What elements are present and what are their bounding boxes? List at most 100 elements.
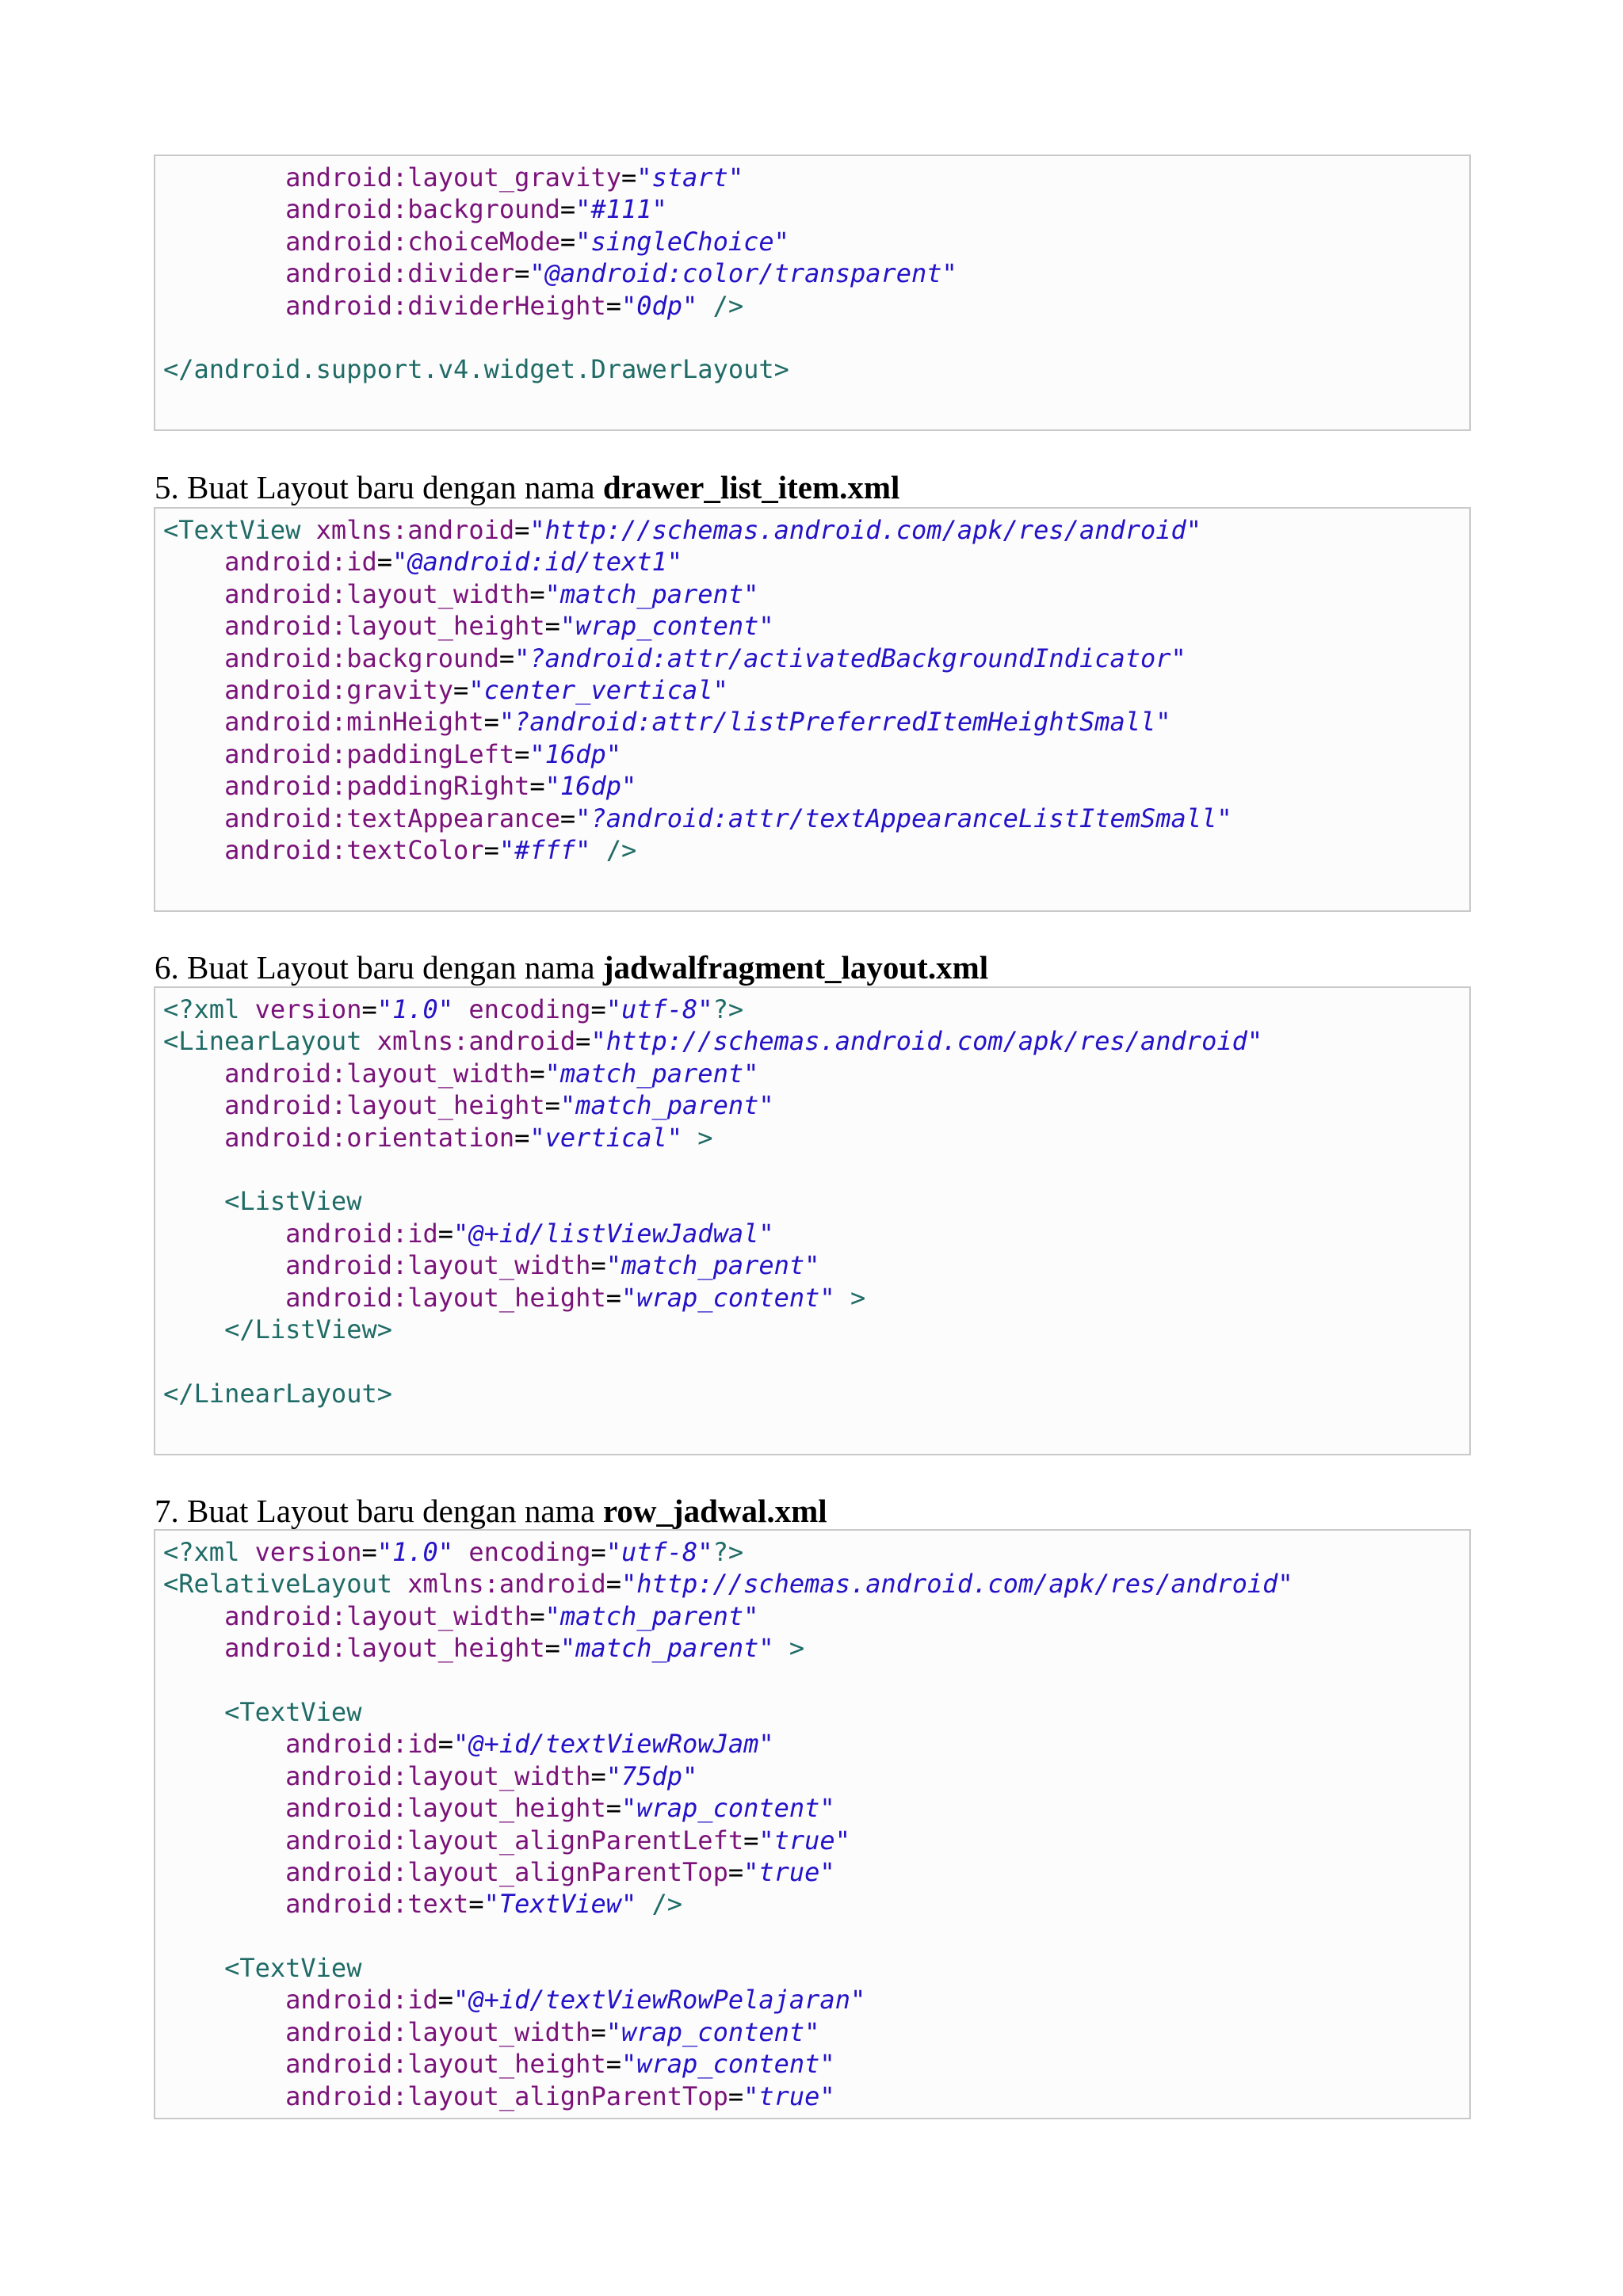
heading-filename: jadwalfragment_layout.xml (602, 949, 989, 986)
code-token-eq (163, 2081, 285, 2111)
code-token-eq (163, 1985, 285, 2015)
code-token-val: "true" (743, 1856, 835, 1887)
code-token-val: "wrap_content" (605, 2016, 820, 2047)
code-token-eq: = (514, 1122, 530, 1153)
code-token-attr: version (254, 1537, 362, 1567)
code-token-attr: android:layout_width (224, 578, 530, 609)
code-line: android:layout_width="75dp" (163, 1760, 1469, 1792)
code-token-val: "?android:attr/textAppearanceListItemSma… (575, 803, 1232, 833)
code-token-eq (163, 1633, 224, 1663)
code-token-attr: xmlns:android (407, 1569, 606, 1600)
heading-prefix: 5. Buat Layout baru dengan nama (155, 469, 603, 505)
code-lines: <TextView xmlns:android="http://schemas.… (163, 514, 1469, 866)
code-token-attr: android:id (285, 1218, 438, 1249)
code-token-val: "singleChoice" (575, 226, 789, 257)
code-token-eq (453, 994, 468, 1024)
code-token-val: "true" (743, 2081, 835, 2111)
code-token-eq: = (743, 1825, 759, 1855)
code-token-attr: android:id (224, 547, 377, 578)
code-token-attr: android:layout_alignParentLeft (285, 1825, 744, 1855)
code-token-val: "75dp" (605, 1760, 698, 1791)
code-token-tag: <?xml (163, 1537, 255, 1567)
code-token-eq (163, 194, 285, 224)
code-line: android:layout_height="match_parent" (163, 1089, 1469, 1121)
code-line: android:divider="@android:color/transpar… (163, 257, 1469, 289)
code-line: <RelativeLayout xmlns:android="http://sc… (163, 1568, 1469, 1600)
code-token-tag: </android.support.v4.widget.DrawerLayout… (163, 354, 789, 385)
section-heading-5: 5. Buat Layout baru dengan nama drawer_l… (155, 468, 899, 506)
code-token-eq: = (544, 611, 560, 642)
code-line: android:id="@+id/textViewRowJam" (163, 1728, 1469, 1760)
code-token-attr: android:paddingRight (224, 771, 530, 802)
code-line: android:layout_height="wrap_content" (163, 1792, 1469, 1824)
code-token-attr: android:minHeight (224, 707, 484, 738)
code-token-eq: = (590, 1760, 606, 1791)
code-token-eq: = (559, 803, 576, 833)
section-heading-7: 7. Buat Layout baru dengan nama row_jadw… (155, 1492, 827, 1530)
code-token-val: "16dp" (529, 738, 621, 769)
code-token-eq (163, 739, 224, 769)
code-token-val: "match_parent" (544, 1600, 759, 1631)
code-token-eq (163, 1697, 224, 1727)
code-token-val: "match_parent" (605, 1250, 820, 1281)
code-token-eq: = (605, 1282, 621, 1313)
code-token-val: "?android:attr/activatedBackgroundIndica… (514, 643, 1186, 673)
code-token-eq (163, 803, 224, 833)
code-token-eq: = (529, 578, 545, 609)
code-line: android:layout_height="wrap_content" (163, 2048, 1469, 2080)
code-token-eq: = (727, 1856, 744, 1887)
code-token-attr: xmlns:android (315, 515, 515, 545)
heading-filename: row_jadwal.xml (602, 1493, 827, 1529)
code-token-eq (163, 579, 224, 609)
code-token-val: "match_parent" (544, 578, 759, 609)
code-line: android:minHeight="?android:attr/listPre… (163, 706, 1469, 738)
code-token-attr: android:layout_width (285, 1760, 591, 1791)
code-line: android:layout_width="match_parent" (163, 1249, 1469, 1281)
code-token-eq (163, 1857, 285, 1887)
code-block-drawer-layout-end: android:layout_gravity="start" android:b… (154, 154, 1471, 431)
code-token-eq: = (575, 1026, 591, 1057)
code-token-eq: = (544, 1633, 560, 1664)
code-lines: android:layout_gravity="start" android:b… (163, 162, 1469, 386)
code-token-eq: = (559, 194, 576, 225)
code-token-eq (163, 2017, 285, 2047)
code-token-eq: = (559, 226, 576, 257)
code-token-eq: = (605, 1569, 621, 1600)
code-token-eq (163, 1825, 285, 1855)
code-token-eq: = (590, 2016, 606, 2047)
code-token-val: "1.0" (376, 994, 454, 1024)
code-token-eq: = (727, 2081, 744, 2111)
code-token-attr: android:layout_width (224, 1600, 530, 1631)
code-line: <LinearLayout xmlns:android="http://sche… (163, 1025, 1469, 1057)
code-line: android:background="#111" (163, 193, 1469, 225)
code-line: android:layout_alignParentTop="true" (163, 2081, 1469, 2112)
code-token-tag: /> (697, 290, 744, 321)
code-token-eq: = (468, 1889, 484, 1920)
code-token-tag: <TextView (224, 1953, 362, 1984)
code-token-eq: = (605, 290, 621, 321)
code-token-eq: = (514, 738, 530, 769)
code-token-val: "center_vertical" (468, 674, 728, 705)
code-line: </LinearLayout> (163, 1378, 1469, 1409)
code-token-tag: <LinearLayout (163, 1026, 377, 1057)
code-token-attr: android:layout_alignParentTop (285, 2081, 728, 2111)
code-token-eq (163, 1219, 285, 1249)
code-token-eq: = (605, 1793, 621, 1824)
code-token-eq (163, 258, 285, 288)
heading-prefix: 7. Buat Layout baru dengan nama (155, 1493, 603, 1529)
code-token-eq (163, 1953, 224, 1983)
code-token-eq: = (483, 707, 499, 738)
code-lines: <?xml version="1.0" encoding="utf-8"?> <R… (163, 1536, 1469, 2112)
heading-filename: drawer_list_item.xml (602, 469, 900, 505)
code-line: <?xml version="1.0" encoding="utf-8"?> (163, 1536, 1469, 1568)
code-line: android:orientation="vertical" > (163, 1122, 1469, 1154)
code-line: android:layout_alignParentLeft="true" (163, 1825, 1469, 1856)
code-block-row-jadwal: <?xml version="1.0" encoding="utf-8"?> <R… (154, 1529, 1471, 2119)
code-token-tag: ?> (712, 994, 744, 1024)
code-token-attr: encoding (468, 1537, 591, 1567)
code-token-attr: android:layout_alignParentTop (285, 1856, 728, 1887)
code-line: </android.support.v4.widget.DrawerLayout… (163, 353, 1469, 385)
code-token-tag: /> (590, 834, 637, 865)
code-token-attr: android:textColor (224, 834, 484, 865)
